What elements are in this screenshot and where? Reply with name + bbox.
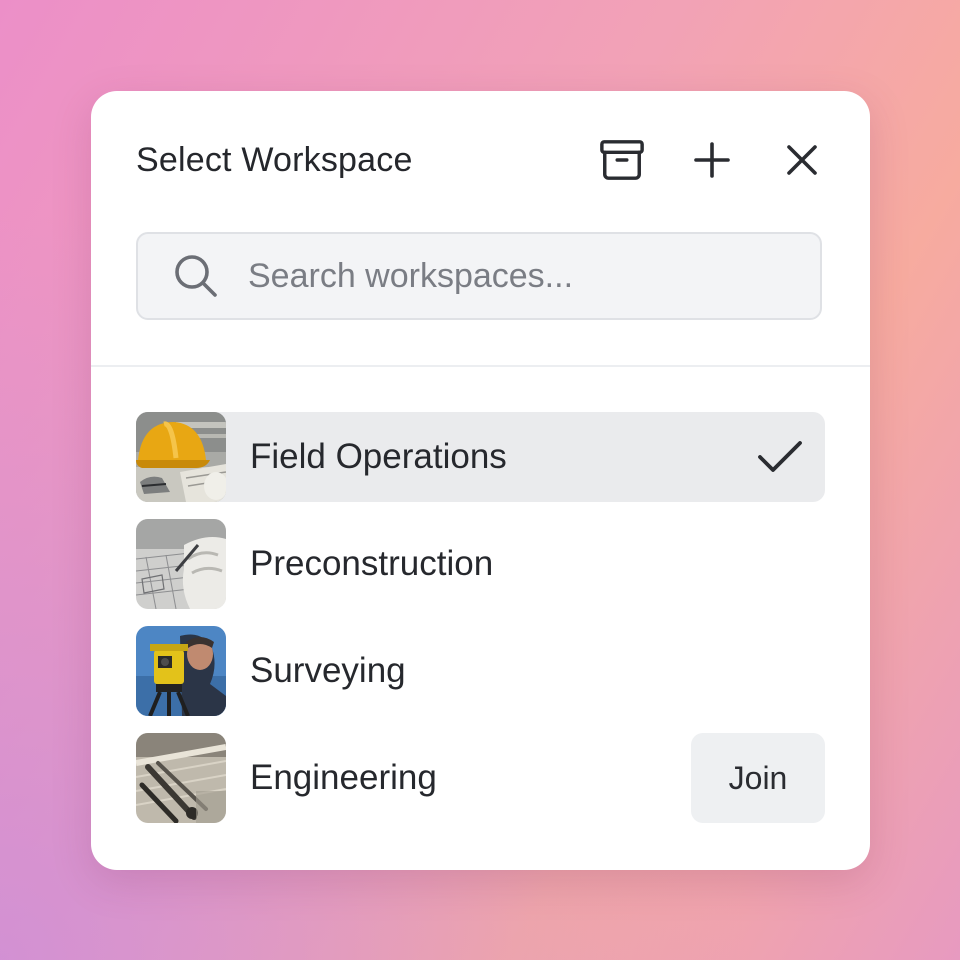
workspace-item-label: Field Operations bbox=[250, 437, 507, 476]
workspace-item-preconstruction[interactable]: Preconstruction bbox=[136, 519, 825, 609]
surveyor-theodolite-image bbox=[136, 626, 226, 716]
add-workspace-button[interactable] bbox=[689, 137, 735, 183]
workspace-thumbnail bbox=[136, 626, 226, 716]
workspace-thumbnail bbox=[136, 412, 226, 502]
dialog-title: Select Workspace bbox=[136, 140, 413, 179]
blueprint-drafting-image bbox=[136, 519, 226, 609]
workspace-item-field-operations[interactable]: Field Operations bbox=[136, 412, 825, 502]
workspace-item-label: Surveying bbox=[250, 651, 406, 690]
engineering-tools-image bbox=[136, 733, 226, 823]
search-icon bbox=[172, 252, 220, 300]
close-icon bbox=[787, 145, 817, 175]
workspace-dialog: Select Workspace Search workspaces... Fi… bbox=[91, 91, 870, 870]
archive-icon bbox=[600, 140, 644, 180]
archive-button[interactable] bbox=[599, 137, 645, 183]
workspace-thumbnail bbox=[136, 733, 226, 823]
workspace-item-surveying[interactable]: Surveying bbox=[136, 626, 825, 716]
workspace-thumbnail bbox=[136, 519, 226, 609]
divider bbox=[91, 365, 870, 367]
header-actions bbox=[599, 137, 825, 183]
search-box bbox=[136, 232, 822, 320]
workspace-item-label: Preconstruction bbox=[250, 544, 494, 583]
join-button[interactable]: Join bbox=[691, 733, 825, 823]
close-button[interactable] bbox=[779, 137, 825, 183]
plus-icon bbox=[694, 142, 730, 178]
check-icon bbox=[755, 432, 805, 482]
workspace-item-engineering[interactable]: Engineering Join bbox=[136, 733, 825, 823]
search-input[interactable] bbox=[246, 245, 820, 307]
dialog-header: Select Workspace bbox=[136, 135, 825, 185]
hard-hat-image bbox=[136, 412, 226, 502]
workspace-list: Field Operations Preconstruction Surveyi… bbox=[136, 412, 825, 840]
